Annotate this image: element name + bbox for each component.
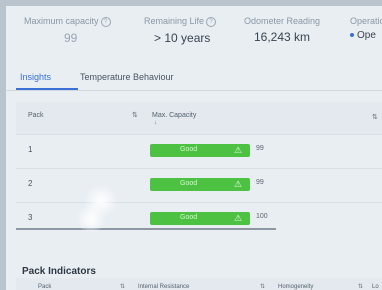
tab-temperature-behaviour[interactable]: Temperature Behaviour (80, 72, 174, 82)
metric-maximum-capacity: Maximum capacity? 99 (24, 16, 111, 45)
max-capacity-value: 99 (256, 145, 264, 152)
table-row[interactable]: 2 Good ⚠ 99 (16, 168, 382, 202)
active-tab-indicator (16, 88, 78, 90)
metric-label: Odometer Reading (244, 16, 321, 26)
metric-label: Remaining Life (144, 16, 205, 26)
tab-insights[interactable]: Insights (20, 72, 51, 82)
metrics-row: Maximum capacity? 99 Remaining Life? > 1… (6, 6, 382, 62)
metric-odometer-reading: Odometer Reading 16,243 km (244, 16, 320, 44)
sort-icon[interactable]: ⇅ (120, 283, 125, 290)
metric-value: > 10 years (154, 30, 211, 45)
status-badge: Good ⚠ (150, 144, 250, 157)
sort-indicator-icon: ↓ (154, 120, 157, 126)
column-header-pack[interactable]: Pack (38, 284, 51, 290)
status-label: Good (180, 180, 198, 187)
status-label: Good (180, 146, 198, 153)
pack-number: 3 (28, 213, 33, 222)
metric-value: 99 (64, 30, 78, 45)
metric-value: Ope (357, 30, 376, 41)
status-badge: Good ⚠ (150, 178, 250, 191)
column-header-lo[interactable]: Lo (372, 284, 379, 290)
metric-label: Operatio (350, 16, 382, 26)
pack-number: 1 (28, 145, 33, 154)
status-dot-icon (350, 33, 354, 38)
pack-indicators-table-header: Pack ⇅ Internal Resistance ⇅ Homogeneity… (16, 278, 382, 290)
status-label: Good (180, 214, 198, 221)
sort-icon[interactable]: ⇅ (260, 283, 265, 290)
column-header-max-capacity[interactable]: Max. Capacity (152, 112, 196, 119)
warning-icon: ⚠ (234, 145, 243, 155)
info-icon[interactable]: ? (206, 16, 217, 27)
table-header: Pack ⇅ Max. Capacity ↓ ⇅ (16, 102, 382, 134)
section-title-pack-indicators: Pack Indicators (22, 266, 96, 277)
metric-label: Maximum capacity (24, 16, 99, 26)
warning-icon: ⚠ (234, 213, 243, 223)
app-screen: Maximum capacity? 99 Remaining Life? > 1… (6, 6, 382, 290)
metric-remaining-life: Remaining Life? > 10 years (144, 16, 217, 45)
metric-value: 16,243 km (254, 30, 311, 44)
packs-table: Pack ⇅ Max. Capacity ↓ ⇅ 1 Good ⚠ 99 2 G… (16, 102, 382, 236)
metric-operation: Operatio Ope (350, 16, 382, 41)
column-header-pack[interactable]: Pack (28, 112, 44, 119)
horizontal-scrollbar[interactable] (16, 228, 276, 230)
info-icon[interactable]: ? (100, 16, 111, 27)
column-header-homogeneity[interactable]: Homogeneity (278, 284, 313, 290)
table-row[interactable]: 3 Good ⚠ 100 (16, 202, 382, 236)
status-badge: Good ⚠ (150, 212, 250, 225)
pack-number: 2 (28, 179, 33, 188)
warning-icon: ⚠ (234, 179, 243, 189)
max-capacity-value: 99 (256, 179, 264, 186)
table-row[interactable]: 1 Good ⚠ 99 (16, 134, 382, 168)
sort-icon[interactable]: ⇅ (358, 283, 363, 290)
sort-icon[interactable]: ⇅ (132, 111, 138, 119)
max-capacity-value: 100 (256, 213, 268, 220)
tab-bar: Insights Temperature Behaviour (6, 66, 382, 91)
sort-icon[interactable]: ⇅ (372, 113, 378, 121)
column-header-internal-resistance[interactable]: Internal Resistance (138, 284, 189, 290)
